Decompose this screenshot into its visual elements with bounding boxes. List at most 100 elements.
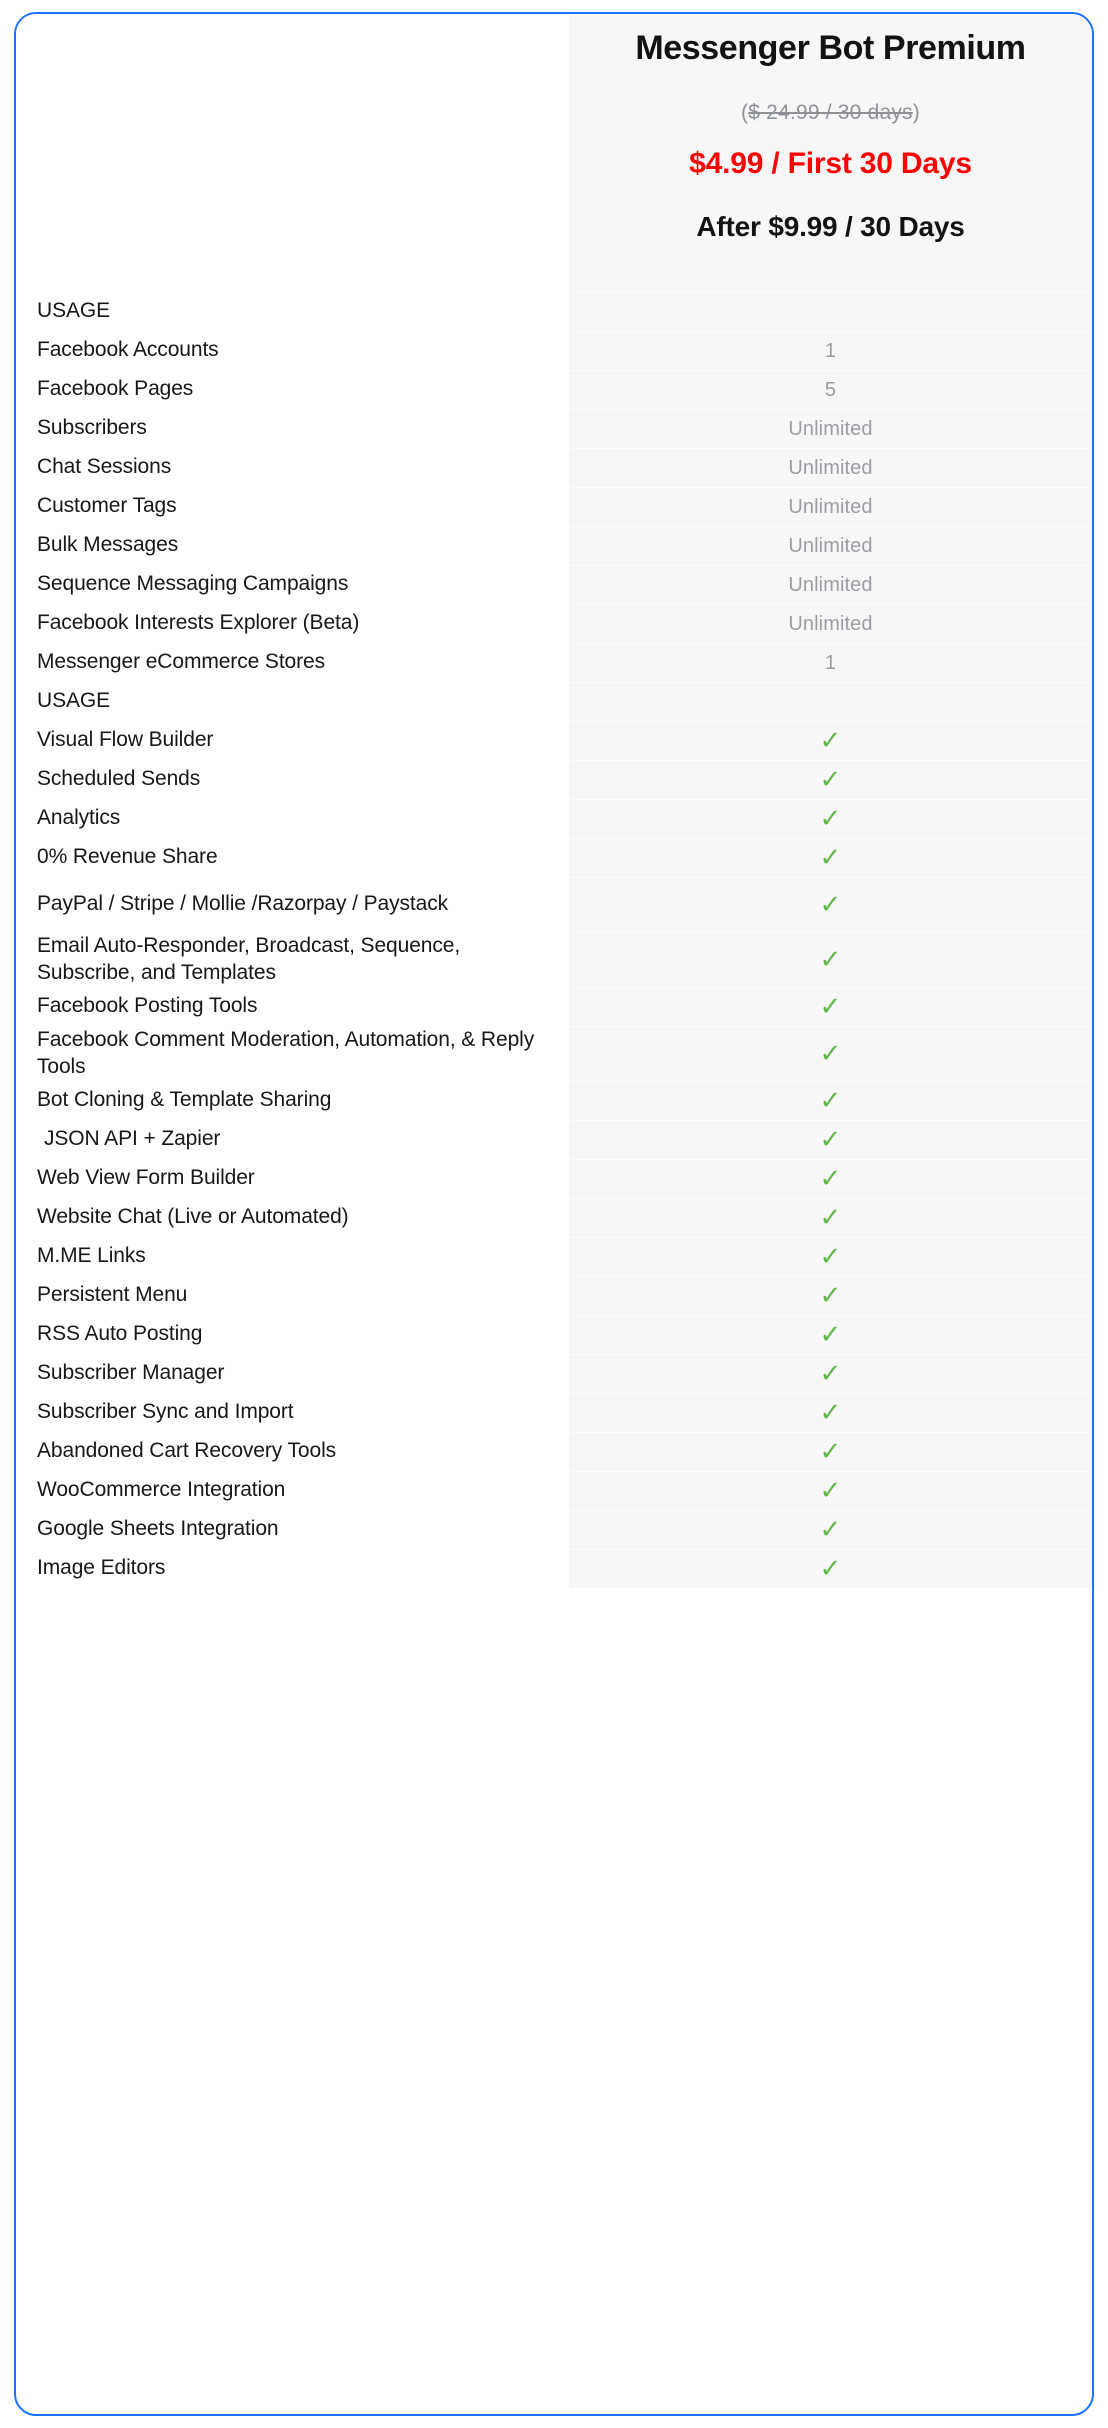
section-header-value-cell [569, 292, 1092, 331]
checkmark-icon: ✓ [569, 1159, 1092, 1198]
check-icon-glyph: ✓ [819, 1398, 842, 1428]
feature-label: Bulk Messages [37, 533, 179, 557]
checkmark-icon: ✓ [569, 1120, 1092, 1159]
check-icon-glyph: ✓ [819, 1515, 842, 1545]
feature-value: Unlimited [569, 448, 1092, 487]
checkmark-icon: ✓ [569, 760, 1092, 799]
feature-label: Abandoned Cart Recovery Tools [37, 1439, 337, 1463]
feature-label: Customer Tags [37, 494, 177, 518]
table-row: M.ME Links ✓ [16, 1237, 1092, 1276]
after-price-cell: After $9.99 / 30 Days [569, 200, 1092, 254]
check-icon-glyph: ✓ [819, 1242, 842, 1272]
table-row: JSON API + Zapier ✓ [16, 1120, 1092, 1159]
table-row: Customer Tags Unlimited [16, 487, 1092, 526]
feature-value: 1 [569, 643, 1092, 682]
checkmark-icon: ✓ [569, 1237, 1092, 1276]
table-row: 0% Revenue Share ✓ [16, 838, 1092, 877]
table-row: Facebook Posting Tools ✓ [16, 987, 1092, 1026]
table-row: Facebook Accounts 1 [16, 331, 1092, 370]
checkmark-icon: ✓ [569, 721, 1092, 760]
feature-label: Facebook Comment Moderation, Automation,… [37, 1027, 535, 1078]
price-block: ($ 24.99 / 30 days) $4.99 / First 30 Day… [587, 101, 1074, 181]
feature-label: Website Chat (Live or Automated) [37, 1205, 349, 1229]
check-icon-glyph: ✓ [819, 992, 842, 1022]
feature-label: Facebook Pages [37, 377, 194, 401]
table-row: Facebook Pages 5 [16, 370, 1092, 409]
checkmark-icon: ✓ [569, 1432, 1092, 1471]
section-header-label: USAGE [37, 689, 111, 713]
table-row: Sequence Messaging Campaigns Unlimited [16, 565, 1092, 604]
table-row: Email Auto-Responder, Broadcast, Sequenc… [16, 932, 1092, 987]
section-header-value-cell [569, 682, 1092, 721]
price-row: ($ 24.99 / 30 days) $4.99 / First 30 Day… [16, 82, 1092, 200]
paren-close: ) [912, 101, 920, 124]
plan-title-row: Messenger Bot Premium [16, 14, 1092, 82]
promo-price: $4.99 / First 30 Days [689, 147, 972, 180]
checkmark-icon: ✓ [569, 1471, 1092, 1510]
feature-label: Facebook Posting Tools [37, 994, 258, 1018]
feature-label: Messenger eCommerce Stores [37, 650, 326, 674]
section-header-row: USAGE [16, 682, 1092, 721]
check-icon-glyph: ✓ [819, 726, 842, 756]
feature-value: Unlimited [569, 565, 1092, 604]
checkmark-icon: ✓ [569, 1026, 1092, 1081]
checkmark-icon: ✓ [569, 1354, 1092, 1393]
feature-label: Email Auto-Responder, Broadcast, Sequenc… [37, 933, 461, 984]
checkmark-icon: ✓ [569, 838, 1092, 877]
checkmark-icon: ✓ [569, 877, 1092, 932]
table-row: Facebook Comment Moderation, Automation,… [16, 1026, 1092, 1081]
check-icon-glyph: ✓ [819, 1039, 842, 1069]
check-icon-glyph: ✓ [819, 843, 842, 873]
price-row-spacer [16, 82, 569, 200]
feature-value: Unlimited [569, 409, 1092, 448]
table-row: Subscriber Manager ✓ [16, 1354, 1092, 1393]
check-icon-glyph: ✓ [819, 1554, 842, 1584]
check-icon-glyph: ✓ [819, 804, 842, 834]
feature-label: Chat Sessions [37, 455, 172, 479]
check-icon-glyph: ✓ [819, 1359, 842, 1389]
header-gap-right [569, 254, 1092, 292]
feature-label: PayPal / Stripe / Mollie /Razorpay / Pay… [37, 892, 448, 916]
plan-title: Messenger Bot Premium [635, 28, 1026, 67]
section-header-row: USAGE [16, 292, 1092, 331]
check-icon-glyph: ✓ [819, 890, 842, 920]
price-cell: ($ 24.99 / 30 days) $4.99 / First 30 Day… [569, 82, 1092, 200]
table-row: Bulk Messages Unlimited [16, 526, 1092, 565]
table-row: Analytics ✓ [16, 799, 1092, 838]
feature-label: Sequence Messaging Campaigns [37, 572, 349, 596]
pricing-card: Messenger Bot Premium ($ 24.99 / 30 days… [14, 12, 1094, 2416]
feature-label: Subscribers [37, 416, 147, 440]
feature-label: 0% Revenue Share [37, 845, 218, 869]
check-icon-glyph: ✓ [819, 945, 842, 975]
table-row: Messenger eCommerce Stores 1 [16, 643, 1092, 682]
feature-label: JSON API + Zapier [44, 1127, 221, 1151]
feature-label: Web View Form Builder [37, 1166, 255, 1190]
check-icon-glyph: ✓ [819, 1320, 842, 1350]
table-row: Image Editors ✓ [16, 1549, 1092, 1588]
feature-value: Unlimited [569, 487, 1092, 526]
original-price-value: $ 24.99 / 30 days [748, 101, 913, 124]
checkmark-icon: ✓ [569, 1276, 1092, 1315]
pricing-page: Messenger Bot Premium ($ 24.99 / 30 days… [0, 0, 1108, 2428]
feature-value: Unlimited [569, 526, 1092, 565]
table-row: Visual Flow Builder ✓ [16, 721, 1092, 760]
feature-value: 1 [569, 331, 1092, 370]
check-icon-glyph: ✓ [819, 1281, 842, 1311]
original-price: ($ 24.99 / 30 days) [741, 101, 920, 125]
section-header-label: USAGE [37, 299, 111, 323]
checkmark-icon: ✓ [569, 1198, 1092, 1237]
plan-title-row-spacer [16, 14, 569, 82]
header-gap-row [16, 254, 1092, 292]
table-row: Google Sheets Integration ✓ [16, 1510, 1092, 1549]
checkmark-icon: ✓ [569, 1393, 1092, 1432]
feature-label: Subscriber Manager [37, 1361, 225, 1385]
table-row: Persistent Menu ✓ [16, 1276, 1092, 1315]
feature-label: Subscriber Sync and Import [37, 1400, 294, 1424]
table-row: RSS Auto Posting ✓ [16, 1315, 1092, 1354]
table-row: WooCommerce Integration ✓ [16, 1471, 1092, 1510]
checkmark-icon: ✓ [569, 1510, 1092, 1549]
check-icon-glyph: ✓ [819, 765, 842, 795]
after-price-row-spacer [16, 200, 569, 254]
check-icon-glyph: ✓ [819, 1437, 842, 1467]
feature-label: Facebook Interests Explorer (Beta) [37, 611, 360, 635]
